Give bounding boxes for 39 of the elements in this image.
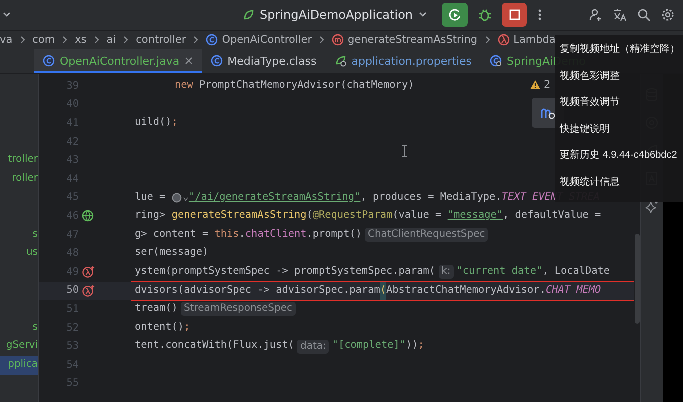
code-token: tream() — [135, 302, 178, 316]
code-token: , defaultValue = — [503, 209, 602, 224]
code-token: , produces = MediaType. — [360, 190, 502, 205]
code-token: ( — [380, 282, 386, 300]
inlay-hint: ChatClientRequestSpec — [364, 228, 488, 242]
code-token: "[complete]" — [332, 339, 406, 354]
code-token: dvisors(advisorSpec -> advisorSpec.param — [135, 284, 380, 298]
code-token: uild() — [135, 116, 172, 130]
code-token: CHAT_MEMO — [546, 284, 602, 298]
code-token: PromptChatMemoryAdvisor(chatMemory) — [198, 79, 414, 93]
code-token: ; — [418, 339, 424, 354]
code-token: "current_date" — [456, 264, 543, 279]
inlay-hint: k: — [438, 265, 454, 280]
code-token: ystem(promptSystemSpec -> promptSystemSpec.param( — [135, 264, 436, 279]
code-token: new — [175, 79, 194, 93]
code-token: ring> — [135, 209, 167, 224]
code-token: . — [239, 228, 246, 242]
inlay-hint: data: — [297, 340, 330, 354]
code-token: "/ai/generateStreamAsString" — [188, 190, 361, 205]
code-token: , LocalDate — [542, 264, 610, 279]
code-token: "message" — [448, 209, 504, 224]
code-token: generateStreamAsString — [172, 209, 307, 224]
code-token: tent.concatWith(Flux.just( — [135, 339, 294, 354]
code-token: ; — [172, 116, 178, 130]
code-token: .prompt() — [306, 228, 362, 242]
code-token: lue = — [135, 190, 167, 205]
code-token: ser(message) — [135, 246, 209, 260]
code-token: (value = — [392, 209, 443, 224]
code-token: chatClient — [245, 228, 307, 242]
code-token: g> content = — [135, 228, 210, 242]
code-token: )) — [406, 339, 418, 354]
code-token: this — [214, 228, 240, 242]
code-token: ( — [306, 209, 313, 224]
code-token: ontent() — [135, 320, 184, 335]
inlay-hint: StreamResponseSpec — [180, 302, 296, 316]
line-number: 50 — [66, 285, 79, 296]
code-token: AbstractChatMemoryAdvisor. — [386, 284, 546, 298]
code-token: ; — [184, 320, 190, 335]
code-token: @RequestParam — [312, 209, 393, 224]
